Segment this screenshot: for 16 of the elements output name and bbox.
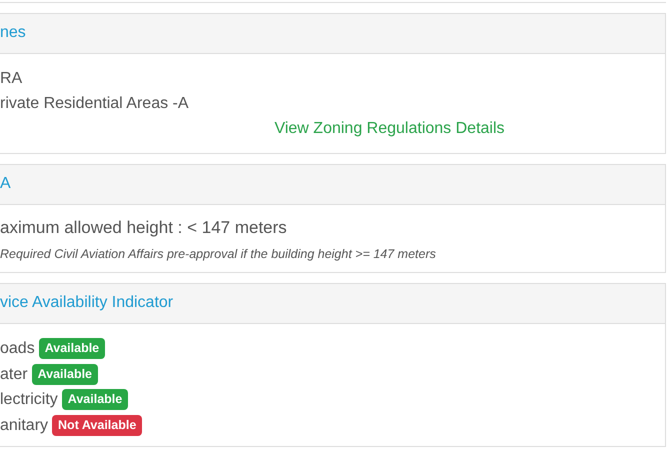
zone-code: RA	[0, 69, 24, 89]
service-name: anitary	[0, 416, 48, 436]
status-label: Available	[32, 364, 98, 385]
panel-title: nes	[0, 23, 27, 43]
zone-name: rivate Residential Areas -A	[0, 94, 190, 114]
panel-title: A	[0, 174, 12, 194]
status-label: Available	[62, 389, 128, 410]
status-label: Not Available	[52, 414, 142, 436]
service-name: oads	[0, 339, 35, 360]
approval-note: Required Civil Aviation Affairs pre-approval if the building height >= 147 meters	[0, 246, 437, 263]
height-limit: aximum allowed height : < 147 meters	[0, 217, 288, 239]
status-label: Available	[38, 338, 106, 360]
zoning-link[interactable]: View Zoning Regulations Details	[274, 120, 505, 137]
service-name: lectricity	[0, 390, 58, 410]
service-name: ater	[0, 364, 28, 385]
panel-title: vice Availability Indicator	[0, 293, 174, 313]
